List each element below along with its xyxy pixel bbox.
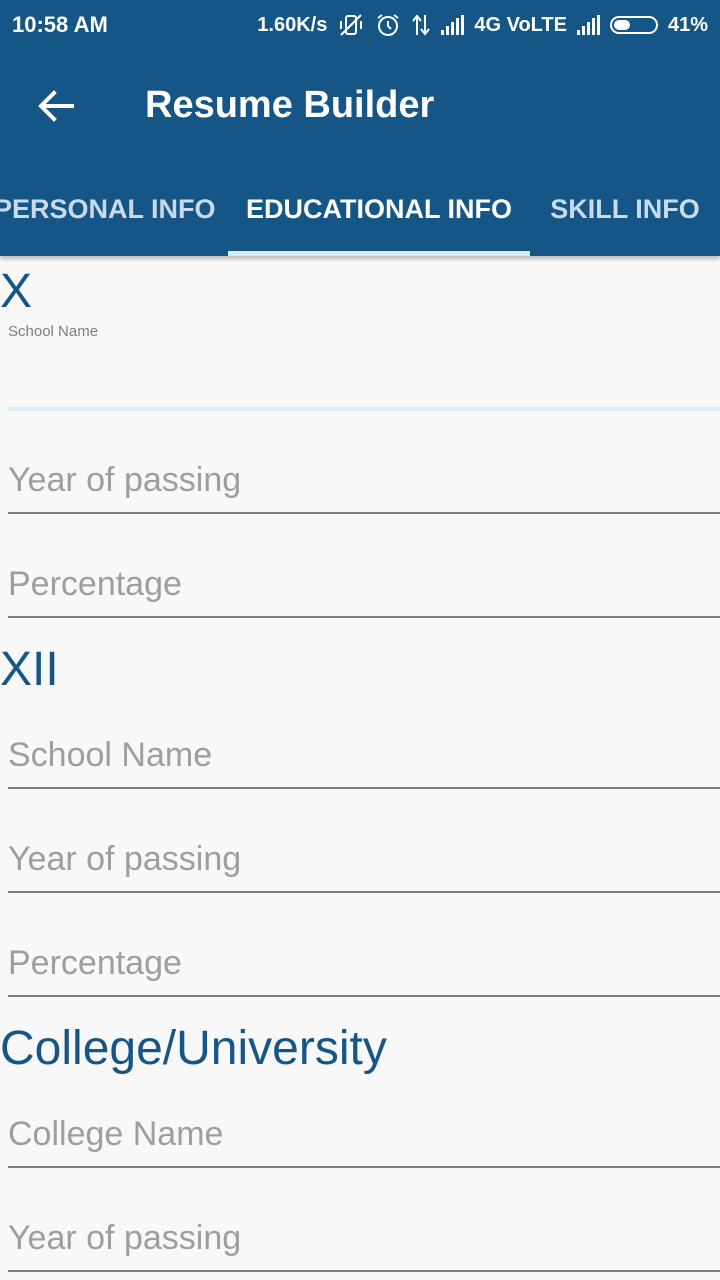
xii-year-of-passing-field[interactable]: Year of passing [8, 813, 720, 893]
xii-percentage-placeholder: Percentage [8, 944, 182, 982]
section-xii-heading: XII [0, 643, 59, 696]
x-percentage-placeholder: Percentage [8, 565, 182, 603]
network-type: 4G VoLTE [474, 13, 567, 36]
tab-bar: PERSONAL INFO EDUCATIONAL INFO SKILL INF… [0, 162, 720, 256]
status-time: 10:58 AM [12, 12, 108, 37]
signal-strength-icon-2 [576, 15, 600, 35]
x-year-of-passing-field[interactable]: Year of passing [8, 434, 720, 514]
x-percentage-underline [8, 616, 720, 618]
xii-year-underline [8, 891, 720, 893]
section-x-heading: X [0, 265, 33, 318]
back-button[interactable] [30, 80, 82, 132]
x-percentage-field[interactable]: Percentage [8, 538, 720, 618]
x-school-name-focus-line [8, 407, 720, 411]
tab-skill-info[interactable]: SKILL INFO [545, 162, 705, 256]
college-name-underline [8, 1166, 720, 1168]
app-bar: Resume Builder [0, 50, 720, 162]
alarm-icon [375, 12, 401, 38]
xii-school-placeholder: School Name [8, 736, 213, 774]
college-name-field[interactable]: College Name [8, 1088, 720, 1168]
xii-school-name-field[interactable]: School Name [8, 709, 720, 789]
xii-percentage-field[interactable]: Percentage [8, 917, 720, 997]
vibrate-off-icon [337, 13, 365, 37]
battery-percent: 41% [667, 13, 708, 36]
network-speed: 1.60K/s [257, 13, 328, 36]
college-year-placeholder: Year of passing [8, 1219, 242, 1257]
x-year-placeholder: Year of passing [8, 461, 242, 499]
tab-educational-info[interactable]: EDUCATIONAL INFO [228, 162, 530, 256]
college-name-placeholder: College Name [8, 1115, 224, 1153]
signal-strength-icon [441, 15, 465, 35]
tab-personal-info[interactable]: PERSONAL INFO [0, 162, 216, 256]
form-content: X School Name Year of passing Percentage… [0, 256, 720, 1280]
xii-year-placeholder: Year of passing [8, 840, 242, 878]
x-school-name-field[interactable] [8, 336, 720, 406]
status-right-group: 1.60K/s 4G VoLTE 41% [257, 12, 708, 38]
x-year-underline [8, 512, 720, 514]
arrow-left-icon [38, 90, 74, 122]
section-college-heading: College/University [0, 1022, 387, 1075]
college-year-of-passing-field[interactable]: Year of passing [8, 1192, 720, 1272]
xii-percentage-underline [8, 995, 720, 997]
data-transfer-icon [411, 13, 431, 37]
college-year-underline [8, 1270, 720, 1272]
status-bar: 10:58 AM 1.60K/s 4G VoLTE 41% [0, 0, 720, 50]
xii-school-underline [8, 787, 720, 789]
battery-icon [609, 16, 658, 34]
app-title: Resume Builder [145, 84, 435, 126]
